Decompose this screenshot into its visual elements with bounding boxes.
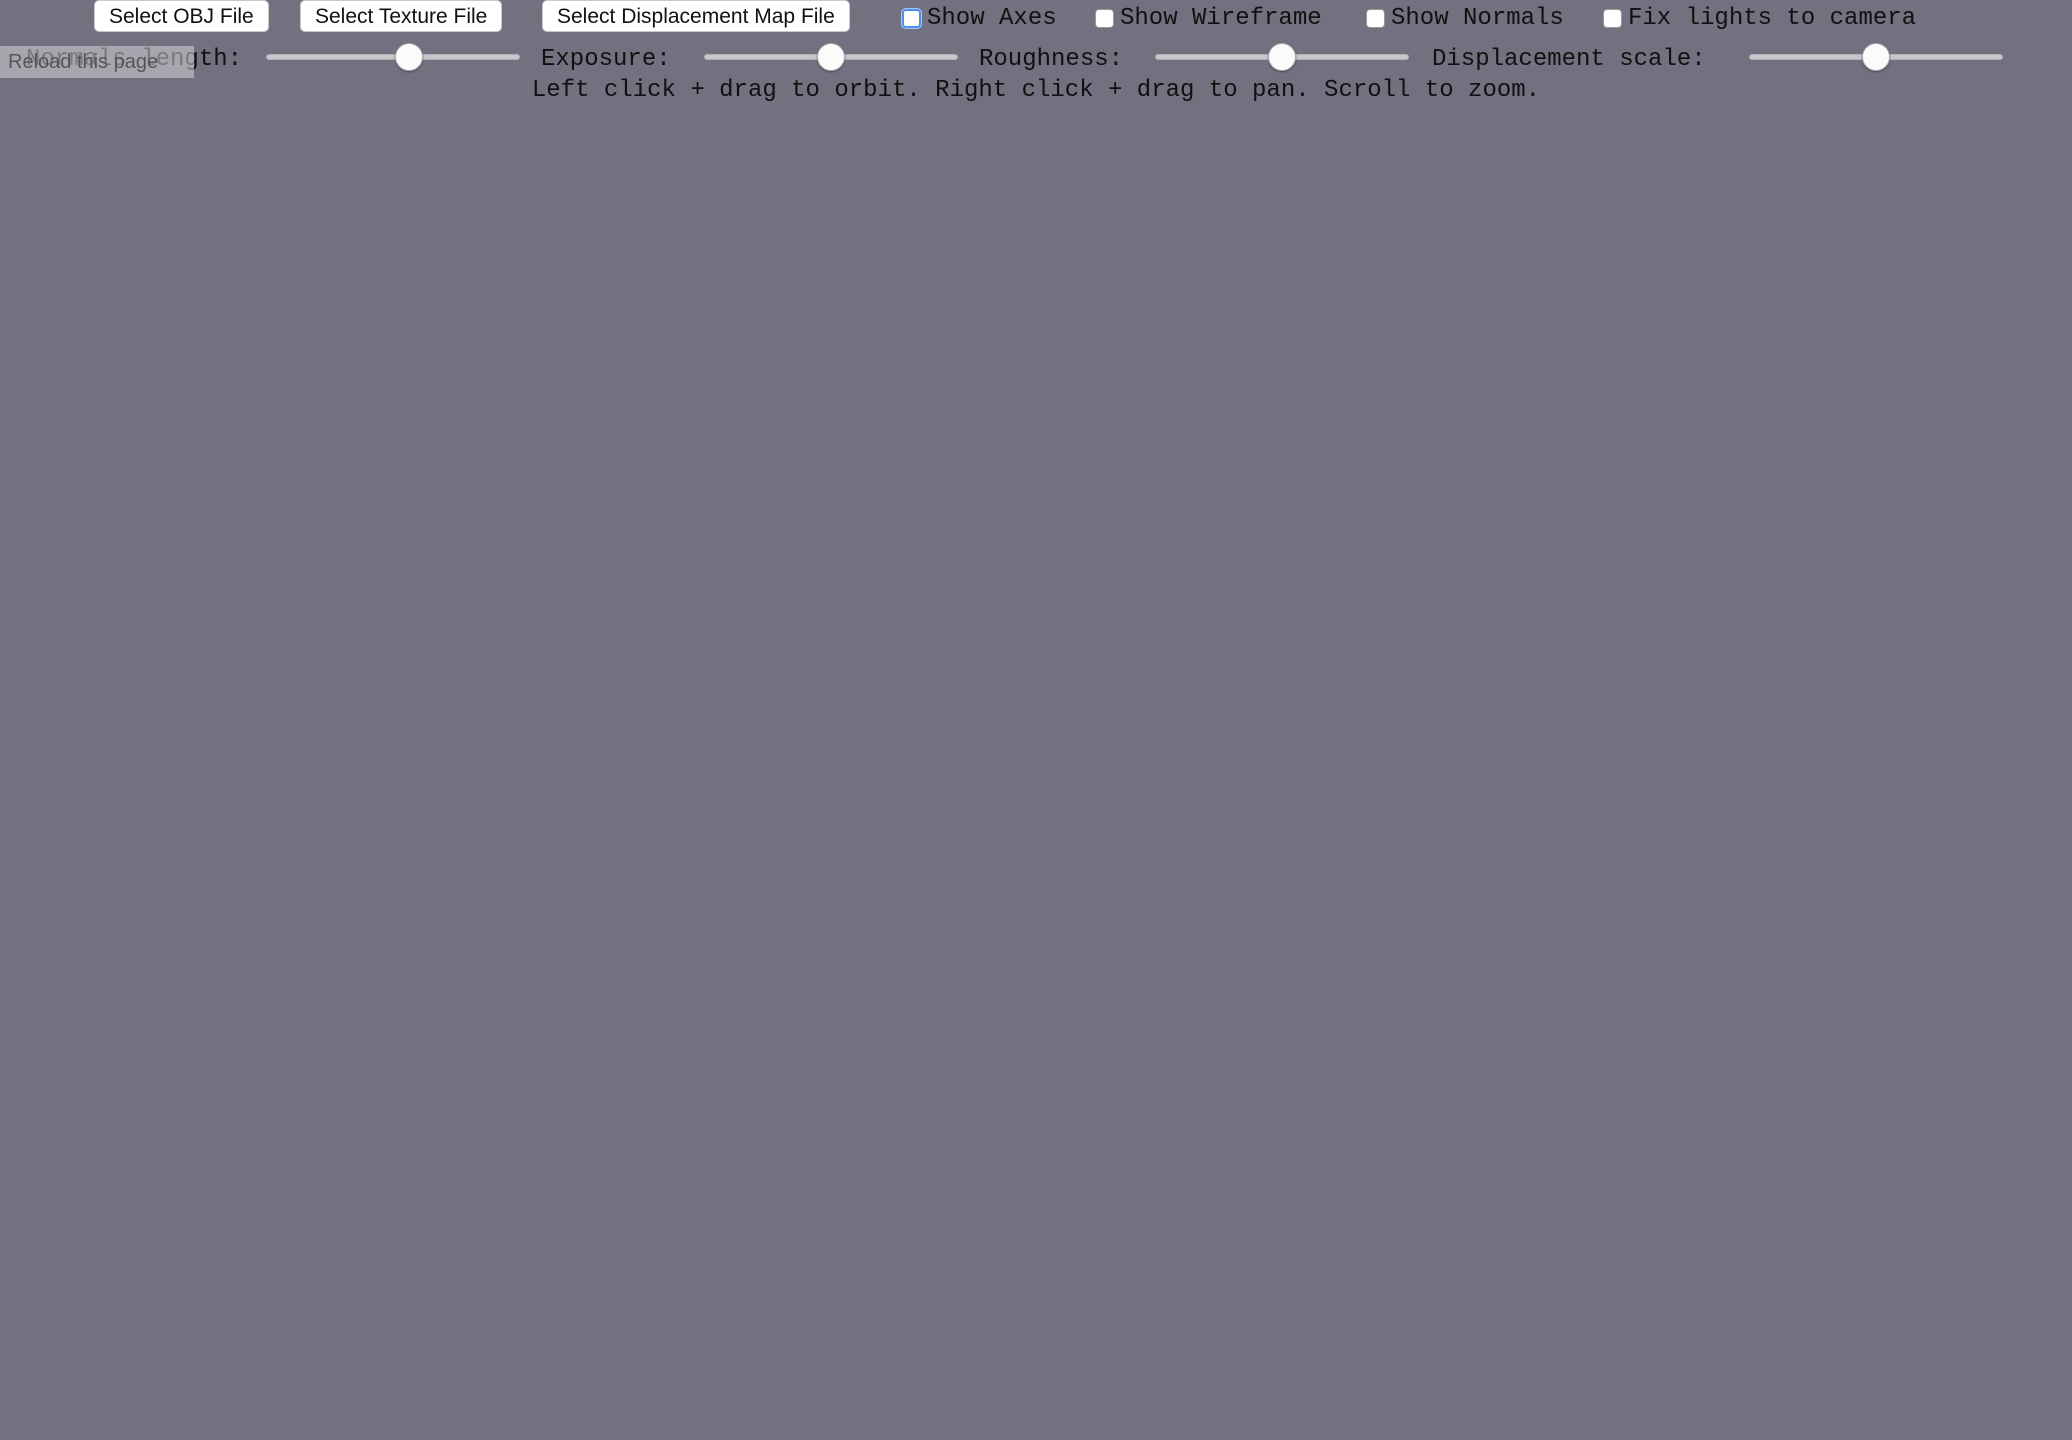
exposure-label: Exposure: — [541, 46, 671, 73]
land-glint — [1105, 642, 1165, 678]
displacement-scale-slider[interactable] — [1749, 43, 2003, 71]
fix-lights-option[interactable]: Fix lights to camera — [1603, 2, 1916, 34]
show-wireframe-option[interactable]: Show Wireframe — [1095, 2, 1322, 34]
specular-highlight — [672, 1108, 752, 1172]
displacement-scale-slider-thumb[interactable] — [1862, 43, 1890, 71]
arabia-landmass — [1329, 560, 1440, 733]
roughness-label: Roughness: — [979, 46, 1124, 73]
displacement-scale-label: Displacement scale: — [1432, 46, 1706, 73]
land-glint-secondary — [1065, 704, 1155, 736]
select-obj-button[interactable]: Select OBJ File — [94, 0, 269, 32]
ocean-sphere — [554, 364, 1482, 1292]
roughness-slider-thumb[interactable] — [1268, 43, 1296, 71]
globe — [554, 364, 1482, 1292]
north-ice — [850, 364, 960, 385]
show-axes-checkbox[interactable] — [902, 8, 921, 28]
fix-lights-label: Fix lights to camera — [1628, 4, 1917, 32]
show-normals-checkbox[interactable] — [1366, 8, 1385, 28]
3d-viewport[interactable] — [0, 0, 2072, 1440]
show-wireframe-label: Show Wireframe — [1120, 4, 1322, 32]
normals-length-slider[interactable] — [266, 43, 520, 71]
navigation-hint: Left click + drag to orbit. Right click … — [531, 77, 1541, 104]
reload-page-tooltip: Reload this page — [0, 46, 194, 78]
europe-landmass — [950, 388, 1330, 470]
africa-landmass — [835, 451, 1447, 1176]
exposure-slider[interactable] — [704, 43, 958, 71]
central-africa-vegetation — [1140, 789, 1359, 984]
south-america-landmass — [554, 740, 655, 1110]
show-normals-option[interactable]: Show Normals — [1366, 2, 1564, 34]
fix-lights-checkbox[interactable] — [1603, 8, 1622, 28]
select-texture-button[interactable]: Select Texture File — [300, 0, 503, 32]
show-axes-label: Show Axes — [927, 4, 1057, 32]
globe-shading — [554, 364, 1482, 1292]
madagascar-landmass — [1388, 960, 1435, 1070]
normals-length-slider-thumb[interactable] — [394, 43, 423, 71]
roughness-slider[interactable] — [1155, 43, 1409, 71]
show-axes-option[interactable]: Show Axes — [902, 2, 1057, 34]
show-wireframe-checkbox[interactable] — [1095, 8, 1114, 28]
select-displacement-button[interactable]: Select Displacement Map File — [542, 0, 850, 32]
show-normals-label: Show Normals — [1391, 4, 1564, 32]
exposure-slider-thumb[interactable] — [817, 43, 845, 71]
south-ice — [990, 1275, 1120, 1292]
